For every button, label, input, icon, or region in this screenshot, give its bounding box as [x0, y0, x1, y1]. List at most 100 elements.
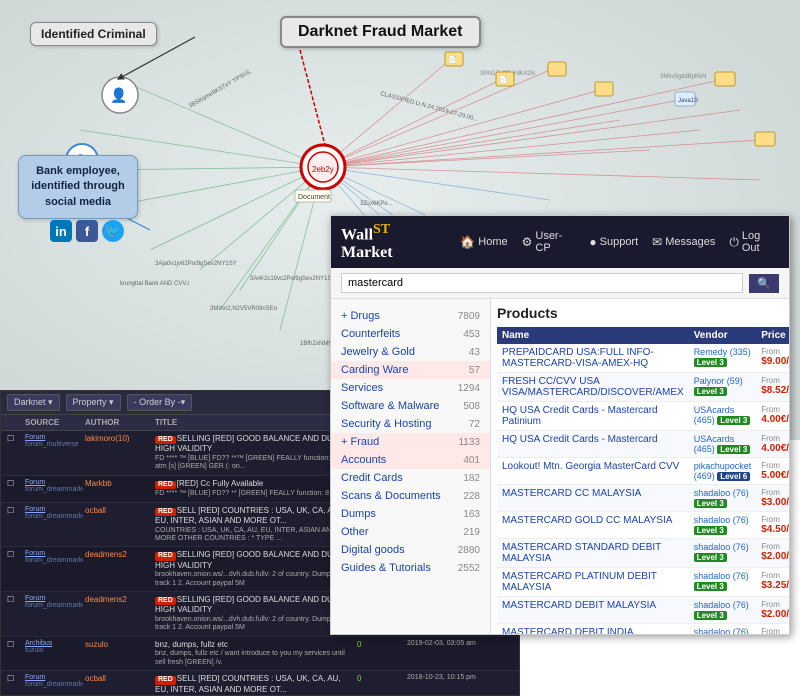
- cat-other[interactable]: Other 219: [331, 523, 490, 541]
- vendor-cell: shadaloo (76) Level 3: [689, 539, 757, 568]
- search-input[interactable]: [341, 273, 743, 293]
- row-title[interactable]: REDSELL [RED] COUNTRIES : USA, UK, CA, A…: [153, 673, 355, 696]
- wsm-logo: WallST Market: [341, 222, 444, 262]
- facebook-icon[interactable]: f: [76, 220, 98, 242]
- row-checkbox[interactable]: ☐: [5, 549, 23, 560]
- cat-fraud[interactable]: + Fraud 1133: [331, 433, 490, 451]
- identified-criminal-label: Identified Criminal: [30, 22, 157, 46]
- table-row: MASTERCARD PLATINUM DEBIT MALAYSIA shada…: [497, 568, 789, 597]
- vendor-cell: shadaloo (76) Level 3: [689, 512, 757, 539]
- wsm-categories: + Drugs 7809 Counterfeits 453 Jewelry & …: [331, 307, 490, 577]
- nav-usercp[interactable]: ⚙ User-CP: [522, 230, 576, 254]
- row-source: Forum forum_dreammarket: [23, 594, 83, 610]
- row-title[interactable]: bnz, dumps, fullz etc bnz, dumps, fullz …: [153, 639, 355, 668]
- row-score: 0: [355, 639, 405, 650]
- svg-text:3Ai4r2c19vc2Po/9gSev2NY1S: 3Ai4r2c19vc2Po/9gSev2NY1S: [250, 276, 331, 282]
- cat-accounts[interactable]: Accounts 401: [331, 451, 490, 469]
- price-cell: From $2.00/Piece: [756, 539, 789, 568]
- price-cell: From $4.50/Piece: [756, 512, 789, 539]
- search-button[interactable]: 🔍: [749, 274, 779, 293]
- row-title[interactable]: REDSELLING [RED] GOOD BALANCE AND DUMPS …: [153, 549, 355, 589]
- row-checkbox[interactable]: ☐: [5, 478, 23, 489]
- svg-text:3PhGZgP9j YdK42N: 3PhGZgP9j YdK42N: [480, 71, 535, 77]
- col-vendor: Vendor: [689, 327, 757, 344]
- product-name[interactable]: MASTERCARD STANDARD DEBIT MALAYSIA: [502, 542, 661, 564]
- table-row: ☐ Archibus tuzulo suzulo bnz, dumps, ful…: [1, 637, 519, 671]
- cat-dumps[interactable]: Dumps 163: [331, 505, 490, 523]
- cat-security-&-hosting[interactable]: Security & Hosting 72: [331, 415, 490, 433]
- svg-text:Document: Document: [298, 194, 330, 201]
- price-cell: From $2.00/Piece: [756, 597, 789, 624]
- col-author[interactable]: AUTHOR: [83, 417, 153, 428]
- cat-carding-ware[interactable]: Carding Ware 57: [331, 361, 490, 379]
- vendor-cell: USAcards (465) Level 3: [689, 402, 757, 431]
- table-row: HQ USA Credit Cards - Mastercard Patiniu…: [497, 402, 789, 431]
- cat-software-&-malware[interactable]: Software & Malware 508: [331, 397, 490, 415]
- row-title[interactable]: REDSELLING [RED] GOOD BALANCE AND DUMPS …: [153, 433, 355, 473]
- cat-counterfeits[interactable]: Counterfeits 453: [331, 325, 490, 343]
- nav-home[interactable]: 🏠 Home: [460, 235, 507, 249]
- row-title[interactable]: REDSELLING [RED] GOOD BALANCE AND DUMPS …: [153, 594, 355, 634]
- row-title[interactable]: REDSELL [RED] COUNTRIES : USA, UK, CA, A…: [153, 505, 355, 545]
- product-name[interactable]: FRESH CC/CVV USA VISA/MASTERCARD/DISCOVE…: [502, 376, 684, 398]
- products-title: Products: [497, 305, 783, 321]
- product-name[interactable]: MASTERCARD CC MALAYSIA: [502, 488, 641, 499]
- svg-text:Java1S: Java1S: [678, 98, 698, 104]
- col-name: Name: [497, 327, 689, 344]
- wsm-nav: 🏠 Home ⚙ User-CP ● Support ✉ Messages ⏻ …: [460, 230, 779, 254]
- wsm-sidebar: + Drugs 7809 Counterfeits 453 Jewelry & …: [331, 299, 491, 635]
- nav-messages[interactable]: ✉ Messages: [652, 235, 715, 249]
- nav-logout[interactable]: ⏻ Log Out: [729, 230, 779, 254]
- row-author: suzulo: [83, 639, 153, 650]
- col-source[interactable]: SOURCE: [23, 417, 83, 428]
- row-source: Forum forum_dreammarket: [23, 673, 83, 689]
- svg-text:👤: 👤: [110, 87, 127, 104]
- row-checkbox[interactable]: ☐: [5, 505, 23, 516]
- cat-credit-cards[interactable]: Credit Cards 182: [331, 469, 490, 487]
- linkedin-icon[interactable]: in: [50, 220, 72, 242]
- svg-text:3Zsx6KPe...: 3Zsx6KPe...: [360, 201, 393, 207]
- row-author: ocball: [83, 673, 153, 684]
- row-date: 2019-02-03, 03:05 am: [405, 639, 515, 648]
- col-check: [5, 417, 23, 428]
- product-name[interactable]: HQ USA Credit Cards - Mastercard Patiniu…: [502, 405, 658, 427]
- cat-guides-&-tutorials[interactable]: Guides & Tutorials 2552: [331, 559, 490, 577]
- table-row: MASTERCARD GOLD CC MALAYSIA shadaloo (76…: [497, 512, 789, 539]
- cat-drugs[interactable]: + Drugs 7809: [331, 307, 490, 325]
- vendor-cell: shadaloo (76) Level 3: [689, 568, 757, 597]
- vendor-cell: pikachupocket (469) Level 6: [689, 458, 757, 485]
- svg-text:CLASSIFIED.U.N.24.2019-07-29.0: CLASSIFIED.U.N.24.2019-07-29.00...: [379, 91, 478, 123]
- cat-scans-&-documents[interactable]: Scans & Documents 228: [331, 487, 490, 505]
- product-name[interactable]: MASTERCARD DEBIT MALAYSIA: [502, 600, 656, 611]
- svg-text:2eb2y: 2eb2y: [312, 165, 334, 174]
- row-checkbox[interactable]: ☐: [5, 433, 23, 444]
- price-cell: From $2.00/Piece: [756, 624, 789, 635]
- table-row: MASTERCARD DEBIT INDIA shadaloo (76) Lev…: [497, 624, 789, 635]
- row-source: Forum forum_multiverse: [23, 433, 83, 449]
- row-checkbox[interactable]: ☐: [5, 673, 23, 684]
- product-name[interactable]: MASTERCARD GOLD CC MALAYSIA: [502, 515, 672, 526]
- product-name[interactable]: Lookout! Mtn. Georgia MasterCard CVV: [502, 461, 679, 472]
- cat-digital-goods[interactable]: Digital goods 2880: [331, 541, 490, 559]
- product-name[interactable]: MASTERCARD PLATINUM DEBIT MALAYSIA: [502, 571, 657, 593]
- row-title[interactable]: RED[RED] Cc Fully Available FD **** ™ [B…: [153, 478, 355, 500]
- cat-services[interactable]: Services 1294: [331, 379, 490, 397]
- col-title[interactable]: TITLE: [153, 417, 355, 428]
- wsm-logo-market: Market: [341, 244, 393, 261]
- property-select[interactable]: Property ▾: [66, 394, 121, 411]
- svg-text:krungttai Bank AND CVV.l: krungttai Bank AND CVV.l: [120, 281, 189, 287]
- nav-support[interactable]: ● Support: [589, 235, 638, 249]
- product-name[interactable]: HQ USA Credit Cards - Mastercard: [502, 434, 658, 445]
- wsm-body: + Drugs 7809 Counterfeits 453 Jewelry & …: [331, 299, 789, 635]
- table-row: ☐ Forum forum_dreammarket ocball REDSELL…: [1, 671, 519, 696]
- row-checkbox[interactable]: ☐: [5, 594, 23, 605]
- product-name[interactable]: PREPAIDCARD USA:FULL INFO-MASTERCARD-VIS…: [502, 347, 654, 369]
- row-checkbox[interactable]: ☐: [5, 639, 23, 650]
- order-select[interactable]: - Order By -▾: [127, 394, 193, 411]
- cat-jewelry-&-gold[interactable]: Jewelry & Gold 43: [331, 343, 490, 361]
- wsm-panel: WallST Market 🏠 Home ⚙ User-CP ● Support…: [330, 215, 790, 635]
- darknet-select[interactable]: Darknet ▾: [7, 394, 60, 411]
- price-cell: From $3.25/Piece: [756, 568, 789, 597]
- twitter-icon[interactable]: 🐦: [102, 220, 124, 242]
- product-name[interactable]: MASTERCARD DEBIT INDIA: [502, 627, 634, 635]
